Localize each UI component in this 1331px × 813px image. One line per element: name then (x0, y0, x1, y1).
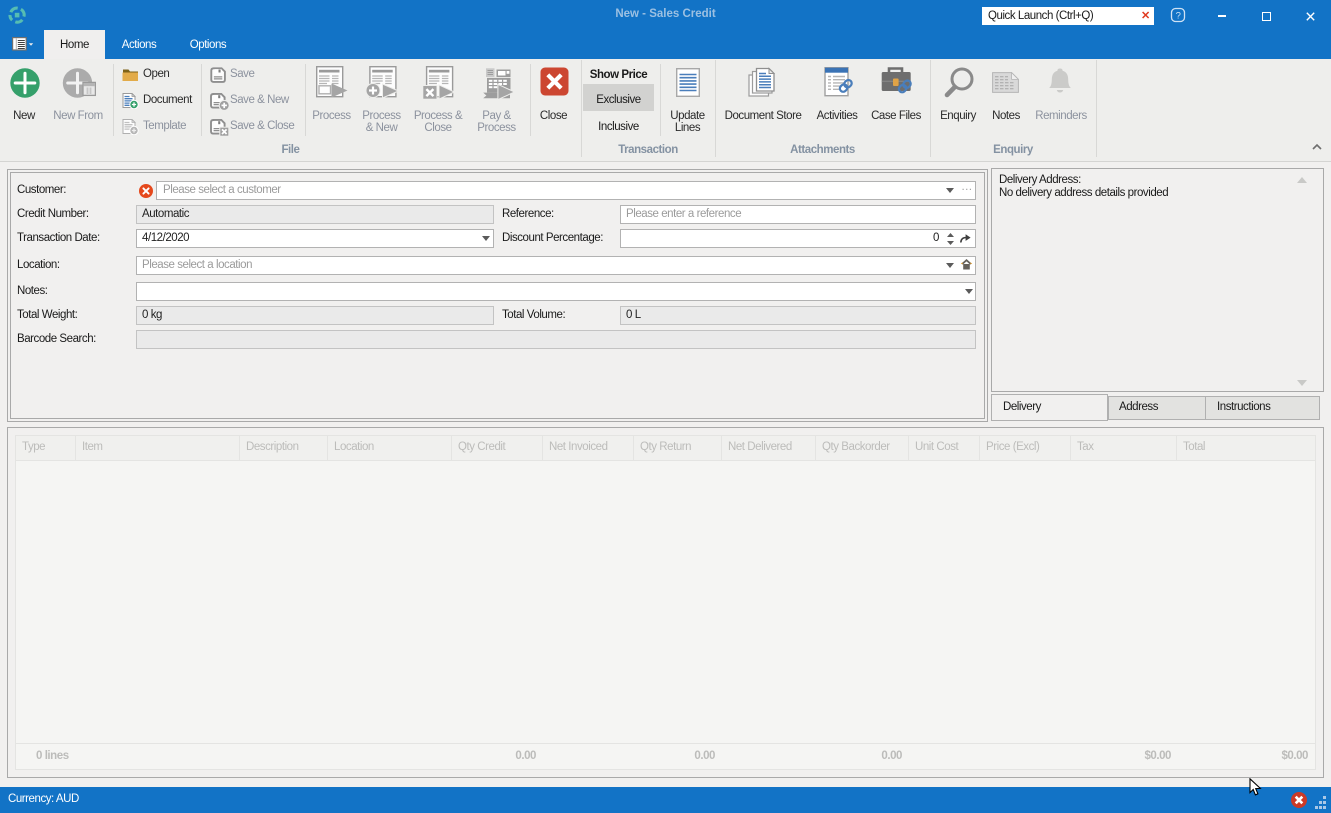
svg-text:?: ? (1176, 11, 1181, 22)
